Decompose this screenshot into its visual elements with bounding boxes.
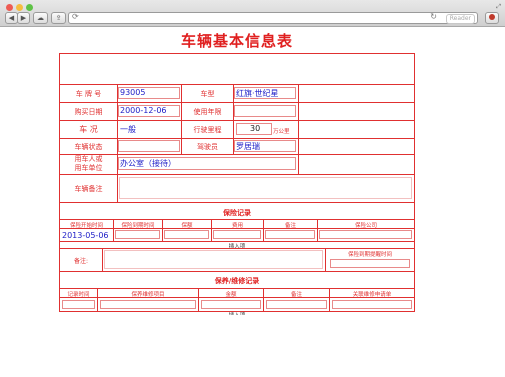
plate-label: 车 牌 号 bbox=[75, 90, 102, 98]
ins-reminder-label: 保险到期提醒时间 bbox=[347, 252, 392, 258]
ins-start-value: 2013-05-06 bbox=[62, 231, 109, 240]
status-label: 车辆状态 bbox=[74, 143, 103, 151]
ins-reminder-input[interactable] bbox=[330, 259, 410, 268]
purchase-label: 购买日期 bbox=[74, 108, 103, 116]
forward-arrow-icon: ▶ bbox=[20, 14, 27, 22]
mnt-header-amount: 金额 bbox=[225, 292, 237, 298]
ins-end-input[interactable] bbox=[115, 230, 160, 239]
mnt-header-time: 记录时间 bbox=[67, 292, 90, 298]
ins-note-label: 备注: bbox=[73, 258, 89, 265]
mnt-header-item: 保养维修项目 bbox=[131, 292, 165, 298]
minimize-window-dot[interactable] bbox=[16, 4, 23, 11]
loading-icon: ⟳ bbox=[72, 12, 79, 21]
cloud-icon: ☁ bbox=[37, 14, 44, 22]
ins-header-start: 保险开始时间 bbox=[69, 223, 103, 229]
reload-icon[interactable]: ↻ bbox=[430, 12, 437, 21]
model-label: 车型 bbox=[200, 90, 215, 98]
forward-button[interactable]: ▶ bbox=[17, 12, 30, 24]
back-arrow-icon: ◀ bbox=[8, 14, 15, 22]
user-label-line-1: 用车人或 bbox=[74, 155, 103, 163]
row-line bbox=[59, 271, 415, 272]
page-title: 车辆基本信息表 bbox=[180, 32, 293, 50]
maintenance-title: 保养/维修记录 bbox=[214, 277, 260, 285]
condition-label: 车 况 bbox=[79, 125, 98, 134]
mileage-value: 30 bbox=[250, 124, 261, 133]
col-line bbox=[298, 84, 299, 174]
ins-header-amount: 保额 bbox=[181, 223, 193, 229]
driver-value: 罗居瑞 bbox=[236, 142, 260, 151]
mnt-request-input[interactable] bbox=[332, 300, 412, 309]
row-line bbox=[59, 138, 415, 139]
frame-right bbox=[414, 53, 415, 312]
remark-label: 车辆备注 bbox=[74, 185, 103, 193]
purchase-date-value: 2000-12-06 bbox=[120, 106, 167, 115]
row-line bbox=[59, 84, 415, 85]
ins-header-company: 保险公司 bbox=[354, 223, 377, 229]
years-input[interactable] bbox=[234, 105, 296, 117]
insurance-title: 保险记录 bbox=[223, 209, 251, 217]
zoom-window-dot[interactable] bbox=[26, 4, 33, 11]
years-label: 使用年限 bbox=[193, 108, 222, 116]
condition-value: 一般 bbox=[120, 125, 136, 134]
ins-header-end: 保险到期时间 bbox=[121, 223, 155, 229]
ins-company-input[interactable] bbox=[319, 230, 412, 239]
col-line bbox=[102, 248, 103, 271]
mnt-time-input[interactable] bbox=[62, 300, 95, 309]
icloud-button[interactable]: ☁ bbox=[33, 12, 48, 24]
extension-icon bbox=[489, 14, 495, 20]
browser-toolbar: ⤢ ◀ ▶ ☁ ⇪ ⟳ ↻ Reader bbox=[0, 0, 505, 27]
user-value: 办公室（接待） bbox=[120, 159, 176, 168]
row-line bbox=[59, 288, 415, 289]
ins-fee-input[interactable] bbox=[213, 230, 261, 239]
mnt-insert-button[interactable]: 插入项 bbox=[60, 311, 414, 315]
model-value: 红旗·世纪星 bbox=[236, 89, 279, 98]
status-select[interactable] bbox=[118, 140, 180, 152]
ins-header-note: 备注 bbox=[284, 223, 296, 229]
row-line bbox=[59, 248, 415, 249]
ins-amount-input[interactable] bbox=[164, 230, 209, 239]
row-line bbox=[59, 174, 415, 175]
user-label: 用车人或 用车单位 bbox=[60, 155, 117, 173]
ins-note-input[interactable] bbox=[265, 230, 315, 239]
mnt-note-input[interactable] bbox=[266, 300, 327, 309]
address-bar[interactable]: ⟳ ↻ Reader bbox=[68, 12, 478, 24]
row-line bbox=[59, 202, 415, 203]
extension-button[interactable] bbox=[485, 12, 499, 24]
row-line bbox=[59, 102, 415, 103]
mnt-header-request: 关联维修申请单 bbox=[352, 292, 392, 298]
remark-textarea[interactable] bbox=[119, 177, 412, 199]
mnt-amount-input[interactable] bbox=[201, 300, 261, 309]
mnt-header-note: 备注 bbox=[290, 292, 302, 298]
mnt-item-input[interactable] bbox=[100, 300, 196, 309]
reader-button[interactable]: Reader bbox=[445, 14, 475, 24]
row-line bbox=[59, 120, 415, 121]
share-icon: ⇪ bbox=[55, 14, 62, 22]
ins-note-textarea[interactable] bbox=[104, 250, 323, 269]
driver-label: 驾驶员 bbox=[197, 143, 218, 151]
frame-top bbox=[59, 53, 415, 54]
plate-value: 93005 bbox=[120, 88, 146, 97]
mileage-unit: 万公里 bbox=[273, 129, 290, 135]
close-window-dot[interactable] bbox=[6, 4, 13, 11]
share-button[interactable]: ⇪ bbox=[51, 12, 66, 24]
user-label-line-2: 用车单位 bbox=[74, 164, 103, 172]
ins-header-fee: 费用 bbox=[231, 223, 243, 229]
mileage-label: 行驶里程 bbox=[193, 126, 222, 134]
fullscreen-icon[interactable]: ⤢ bbox=[496, 3, 501, 11]
